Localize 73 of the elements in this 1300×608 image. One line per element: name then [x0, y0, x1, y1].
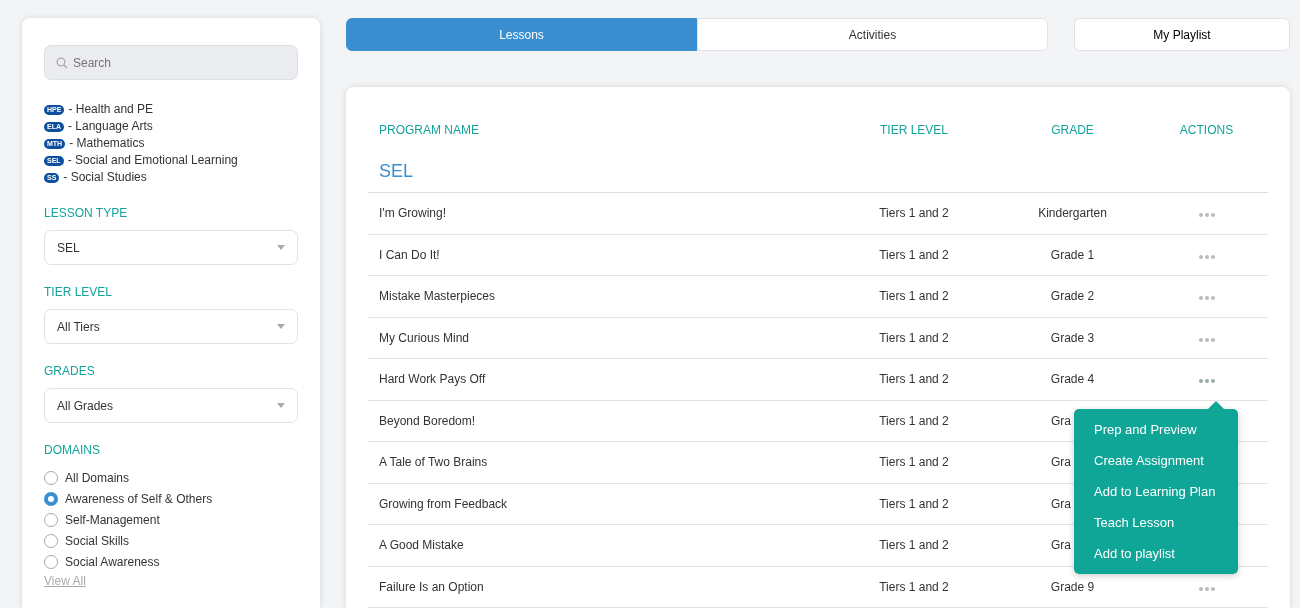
table-cell: Tiers 1 and 2 — [879, 496, 949, 511]
legend-label: - Social and Emotional Learning — [67, 152, 238, 169]
radio-label: Social Skills — [65, 532, 130, 550]
table-cell: Grade 4 — [1050, 372, 1095, 387]
table-cell: Failure Is an Option — [379, 579, 484, 594]
table-cell: Tiers 1 and 2 — [879, 455, 949, 470]
table-cell: Grade 3 — [1050, 330, 1095, 345]
table-cell: Gra — [1051, 496, 1071, 511]
filter-label: LESSON TYPE — [44, 205, 129, 222]
search-icon — [56, 57, 68, 69]
more-icon[interactable] — [1198, 379, 1215, 384]
dropdown[interactable]: SEL — [44, 230, 298, 265]
radio-button[interactable] — [44, 491, 58, 506]
table-cell: A Tale of Two Brains — [379, 455, 488, 470]
menu-item[interactable]: Add to playlist — [1074, 538, 1238, 569]
legend-label: - Social Studies — [63, 169, 147, 186]
more-icon[interactable] — [1198, 213, 1215, 218]
dropdown[interactable]: All Grades — [44, 388, 298, 423]
table-cell: My Curious Mind — [379, 330, 470, 345]
view-all-link[interactable]: View All — [44, 574, 86, 588]
dropdown[interactable]: All Tiers — [44, 309, 298, 344]
table-cell: Tiers 1 and 2 — [879, 538, 949, 553]
radio-label: All Domains — [65, 469, 130, 487]
table-cell: Kindergarten — [1038, 206, 1107, 221]
table-cell: Growing from Feedback — [379, 496, 508, 511]
radio-label: Awareness of Self & Others — [65, 490, 213, 508]
table-cell: Hard Work Pays Off — [379, 372, 486, 387]
table-cell: Beyond Boredom! — [379, 413, 476, 428]
menu-item[interactable]: Add to Learning Plan — [1074, 476, 1238, 507]
table-cell: I'm Growing! — [379, 206, 446, 221]
legend-label: - Health and PE — [68, 101, 154, 118]
legend-label: - Mathematics — [69, 135, 145, 152]
table-cell: Tiers 1 and 2 — [879, 372, 949, 387]
more-icon[interactable] — [1198, 254, 1215, 259]
table-cell: Mistake Masterpieces — [379, 289, 496, 304]
table-cell: Tiers 1 and 2 — [879, 413, 949, 428]
playlist-button[interactable]: My Playlist — [1074, 18, 1290, 51]
column-header: ACTIONS — [1178, 122, 1235, 139]
column-header: TIER LEVEL — [879, 122, 949, 139]
group-heading: SEL — [368, 151, 1268, 193]
more-icon[interactable] — [1198, 586, 1215, 591]
table-cell: Tiers 1 and 2 — [879, 289, 949, 304]
menu-item[interactable]: Prep and Preview — [1074, 414, 1238, 445]
filter-label: GRADES — [44, 363, 96, 380]
table-cell: Tiers 1 and 2 — [879, 579, 949, 594]
tab[interactable]: Activities — [697, 18, 1048, 51]
table-cell: Tiers 1 and 2 — [879, 206, 949, 221]
table-cell: Gra — [1051, 455, 1071, 470]
menu-item[interactable]: Teach Lesson — [1074, 507, 1238, 538]
table-cell: Gra — [1051, 538, 1071, 553]
menu-item[interactable]: Create Assignment — [1074, 445, 1238, 476]
table-cell: Tiers 1 and 2 — [879, 330, 949, 345]
column-header: GRADE — [1050, 122, 1095, 139]
more-icon[interactable] — [1198, 337, 1215, 342]
radio-label: Self-Management — [65, 511, 160, 529]
search-field[interactable]: Search — [44, 45, 298, 80]
table-cell: A Good Mistake — [379, 538, 464, 553]
table-cell: I Can Do It! — [379, 247, 440, 262]
table-cell: Gra — [1051, 413, 1071, 428]
table-cell: Grade 9 — [1050, 579, 1095, 594]
legend-label: - Language Arts — [68, 118, 153, 135]
table-cell: Grade 2 — [1050, 289, 1095, 304]
more-icon[interactable] — [1198, 296, 1215, 301]
column-header: PROGRAM NAME — [378, 122, 480, 139]
radio-label: Social Awareness — [65, 553, 160, 571]
table-cell: Grade 1 — [1050, 247, 1095, 262]
filter-label: DOMAINS — [44, 442, 101, 459]
tab[interactable]: Lessons — [346, 18, 697, 51]
table-cell: Tiers 1 and 2 — [879, 247, 949, 262]
filter-label: TIER LEVEL — [44, 284, 114, 301]
caret-icon — [277, 403, 285, 408]
caret-icon — [277, 245, 285, 250]
caret-icon — [277, 324, 285, 329]
